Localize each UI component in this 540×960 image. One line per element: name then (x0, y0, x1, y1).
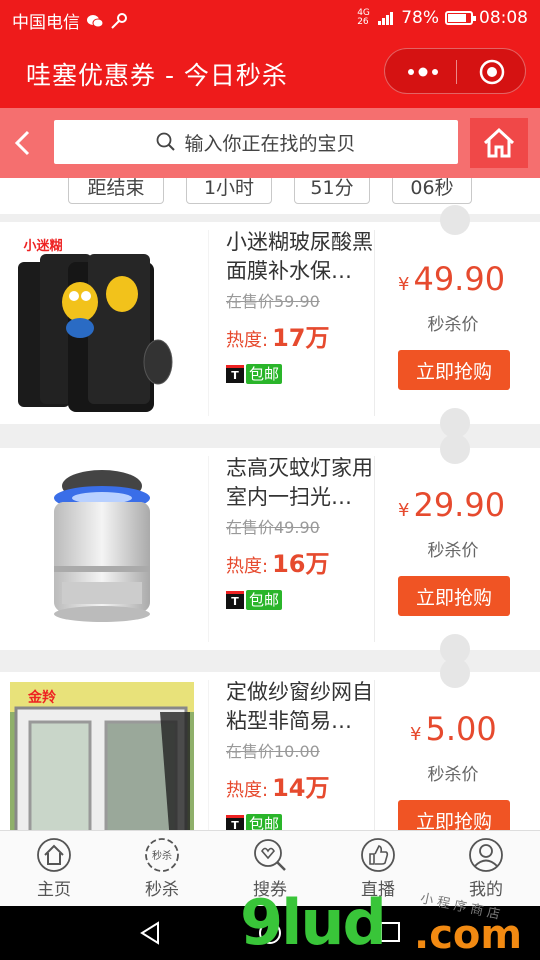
user-icon (469, 838, 503, 872)
battery-percent: 78% (401, 8, 439, 28)
tmall-icon: T (226, 365, 244, 383)
tab-home[interactable]: 主页 (14, 837, 94, 900)
price-divider (374, 230, 375, 416)
card-notch (440, 658, 470, 688)
card-divider (208, 230, 209, 416)
title-bar: 哇塞优惠券 - 今日秒杀 (0, 36, 540, 108)
key-icon (111, 12, 127, 29)
mini-program-capsule (384, 48, 526, 94)
carrier-label: 中国电信 (12, 13, 80, 33)
price-value: 5.00 (425, 710, 497, 748)
currency-symbol: ¥ (410, 724, 422, 745)
search-placeholder: 输入你正在找的宝贝 (184, 132, 356, 155)
tab-label: 主页 (37, 880, 71, 900)
signal-icon (378, 12, 394, 25)
tags: T 包邮 (226, 364, 283, 384)
card-notch (440, 434, 470, 464)
search-icon (157, 132, 176, 151)
countdown-minutes: 51分 (294, 178, 370, 204)
search-coupon-icon (254, 839, 286, 871)
battery-icon (445, 11, 476, 25)
card-notch (440, 205, 470, 235)
wechat-icon (87, 14, 104, 27)
product-image-window-screen: 金羚 (10, 682, 194, 832)
product-card[interactable]: 志高灭蚊灯家用室内一扫光… 在售价49.90 热度: 16万 T 包邮 ¥29.9… (0, 448, 540, 650)
tmall-icon: T (226, 591, 244, 609)
flash-price-label: 秒杀价 (427, 315, 479, 335)
watermark-domain: .com (414, 912, 523, 958)
countdown-seconds: 06秒 (392, 178, 472, 204)
thumbs-up-icon (361, 838, 395, 872)
flash-sale-icon: 秒杀 (145, 838, 179, 872)
brand-logo-text: 小迷糊 (23, 238, 62, 254)
product-name: 志高灭蚊灯家用室内一扫光… (226, 456, 373, 509)
tab-label: 秒杀 (145, 880, 179, 900)
more-icon[interactable] (403, 62, 443, 82)
card-divider (208, 456, 209, 642)
product-image-mosquito-lamp (54, 470, 150, 622)
free-shipping-badge: 包邮 (246, 364, 283, 384)
product-image-mask: 小迷糊 (15, 236, 173, 412)
flash-price-label: 秒杀价 (427, 765, 479, 785)
tab-flash-sale[interactable]: 秒杀 秒杀 (122, 837, 202, 900)
currency-symbol: ¥ (398, 274, 410, 295)
home-icon (37, 838, 71, 872)
tab-label: 我的 (469, 880, 503, 900)
original-price: 在售价59.90 (226, 292, 320, 311)
clock: 08:08 (479, 8, 528, 28)
tags: T 包邮 (226, 590, 283, 610)
product-name: 小迷糊玻尿酸黑面膜补水保… (226, 230, 373, 283)
heat-label: 热度: (226, 780, 269, 801)
currency-symbol: ¥ (398, 500, 410, 521)
product-card[interactable]: 金羚 定做纱窗纱网自粘型非简易… 在售价10.00 热度: 14万 T 包邮 ¥5… (0, 672, 540, 832)
page-title: 哇塞优惠券 - 今日秒杀 (26, 61, 288, 90)
flash-price: ¥29.90 (398, 486, 524, 524)
flash-price: ¥5.00 (410, 710, 536, 748)
close-target-icon[interactable] (479, 59, 505, 85)
search-input[interactable]: 输入你正在找的宝贝 (54, 120, 458, 164)
buy-now-button[interactable]: 立即抢购 (398, 350, 510, 390)
original-price: 在售价10.00 (226, 742, 320, 761)
nav-back-icon[interactable] (138, 920, 164, 946)
free-shipping-badge: 包邮 (246, 590, 283, 610)
popularity: 热度: 17万 (226, 318, 329, 353)
brand-logo-text: 金羚 (27, 689, 57, 706)
price-divider (374, 456, 375, 642)
capsule-divider (456, 60, 457, 84)
product-name: 定做纱窗纱网自粘型非简易… (226, 680, 373, 733)
popularity: 热度: 16万 (226, 544, 329, 579)
buy-now-button[interactable]: 立即抢购 (398, 576, 510, 616)
search-bar: 输入你正在找的宝贝 (0, 108, 540, 178)
watermark-logo: 9lud (240, 886, 387, 959)
price-value: 49.90 (413, 260, 506, 298)
buy-now-button[interactable]: 立即抢购 (398, 800, 510, 832)
tab-profile[interactable]: 我的 (446, 837, 526, 900)
product-card[interactable]: 小迷糊 小迷糊玻尿酸黑面膜补水保… 在售价59.90 热度: 17万 T 包邮 ¥… (0, 222, 540, 424)
heat-value: 14万 (272, 774, 330, 802)
countdown-hours: 1小时 (186, 178, 272, 204)
heat-label: 热度: (226, 556, 269, 577)
network-type-label: 4G 26 (357, 8, 370, 27)
price-value: 29.90 (413, 486, 506, 524)
flash-price-label: 秒杀价 (427, 541, 479, 561)
home-button[interactable] (470, 118, 528, 168)
card-divider (208, 680, 209, 832)
price-divider (374, 680, 375, 832)
heat-label: 热度: (226, 330, 269, 351)
flash-price: ¥49.90 (398, 260, 524, 298)
popularity: 热度: 14万 (226, 768, 329, 803)
flash-sale-icon-text: 秒杀 (152, 849, 172, 862)
countdown-label: 距结束 (68, 178, 164, 204)
heat-value: 17万 (272, 324, 330, 352)
status-bar: 中国电信 4G 26 78% 08:08 (0, 0, 540, 36)
heat-value: 16万 (272, 550, 330, 578)
back-arrow-icon[interactable] (10, 126, 36, 160)
home-icon (483, 127, 515, 158)
original-price: 在售价49.90 (226, 518, 320, 537)
